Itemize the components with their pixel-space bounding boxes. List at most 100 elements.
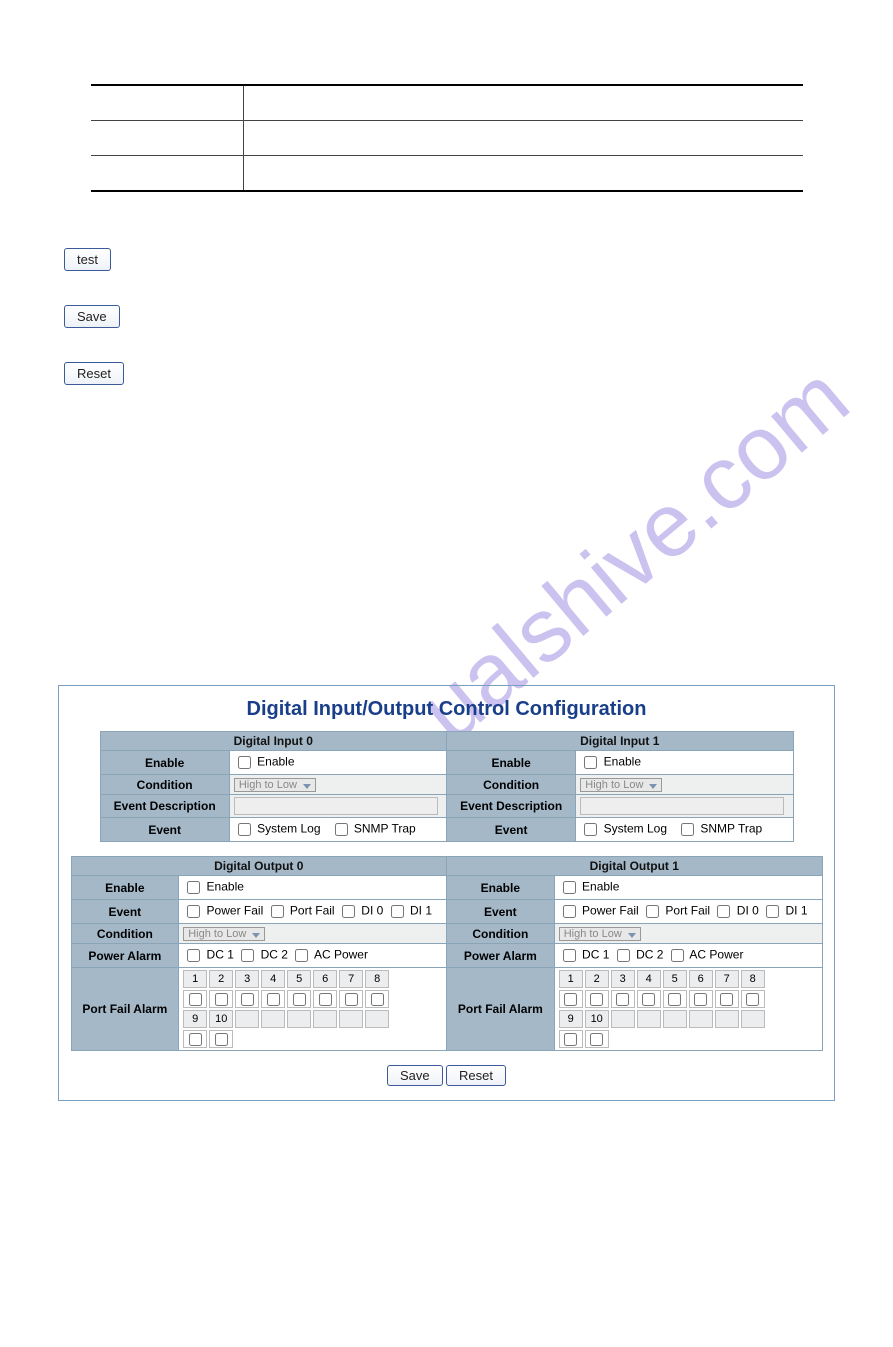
do0-powerfail-text: Power Fail [207, 904, 264, 918]
do1-dc2-text: DC 2 [636, 948, 663, 962]
di0-enable-label: Enable [100, 751, 229, 775]
spec-table [91, 84, 803, 192]
do0-ac-checkbox[interactable] [295, 949, 308, 962]
do0-condition-select[interactable]: High to Low [183, 927, 265, 941]
di0-syslog-text: System Log [257, 822, 320, 836]
di1-condition-select[interactable]: High to Low [580, 778, 662, 792]
do0-port-1-checkbox[interactable] [189, 993, 202, 1006]
di1-snmp-checkbox[interactable] [681, 823, 694, 836]
do1-enable-checkbox[interactable] [563, 881, 576, 894]
di1-syslog-checkbox[interactable] [584, 823, 597, 836]
do1-dc1-checkbox[interactable] [563, 949, 576, 962]
do1-port-2: 2 [585, 970, 609, 988]
do0-dc2-checkbox[interactable] [241, 949, 254, 962]
di0-header: Digital Input 0 [100, 732, 446, 751]
test-button[interactable]: test [64, 248, 111, 271]
do1-enable-label: Enable [446, 876, 554, 900]
do1-powerfail-text: Power Fail [582, 904, 639, 918]
do0-ac-text: AC Power [314, 948, 368, 962]
reset-button[interactable]: Reset [64, 362, 124, 385]
di0-eventdesc-input[interactable] [234, 797, 438, 815]
do0-condition-label: Condition [71, 924, 179, 944]
do1-di0-text: DI 0 [737, 904, 759, 918]
do1-port-10-checkbox[interactable] [590, 1033, 603, 1046]
do1-port-9-checkbox[interactable] [564, 1033, 577, 1046]
di0-syslog-checkbox[interactable] [238, 823, 251, 836]
digital-output-table: Digital Output 0 Digital Output 1 Enable… [71, 856, 823, 1051]
do1-portfail-checkbox[interactable] [646, 905, 659, 918]
do1-ac-checkbox[interactable] [671, 949, 684, 962]
do0-port-7: 7 [339, 970, 363, 988]
di1-eventdesc-label: Event Description [446, 795, 575, 818]
di0-eventdesc-label: Event Description [100, 795, 229, 818]
digital-input-table: Digital Input 0 Digital Input 1 Enable E… [100, 731, 794, 842]
do1-port-1: 1 [559, 970, 583, 988]
di0-enable-checkbox[interactable] [238, 756, 251, 769]
do1-header: Digital Output 1 [446, 857, 822, 876]
do1-di0-checkbox[interactable] [717, 905, 730, 918]
do1-di1-checkbox[interactable] [766, 905, 779, 918]
do1-port-8-checkbox[interactable] [746, 993, 759, 1006]
do0-port-9-checkbox[interactable] [189, 1033, 202, 1046]
do0-port-8-checkbox[interactable] [371, 993, 384, 1006]
do1-port-6-checkbox[interactable] [694, 993, 707, 1006]
do0-port-2-checkbox[interactable] [215, 993, 228, 1006]
do1-dc2-checkbox[interactable] [617, 949, 630, 962]
do0-dc1-checkbox[interactable] [187, 949, 200, 962]
do1-enable-text: Enable [582, 880, 619, 894]
do1-event-label: Event [446, 900, 554, 924]
do0-di0-checkbox[interactable] [342, 905, 355, 918]
panel-reset-button[interactable]: Reset [446, 1065, 506, 1086]
di0-condition-label: Condition [100, 775, 229, 795]
do1-port-3-checkbox[interactable] [616, 993, 629, 1006]
do1-port-1-checkbox[interactable] [564, 993, 577, 1006]
do0-port-6-checkbox[interactable] [319, 993, 332, 1006]
do1-port-10: 10 [585, 1010, 609, 1028]
do0-enable-checkbox[interactable] [187, 881, 200, 894]
panel-save-button[interactable]: Save [387, 1065, 443, 1086]
di0-event-label: Event [100, 818, 229, 842]
do0-port-6: 6 [313, 970, 337, 988]
save-button[interactable]: Save [64, 305, 120, 328]
do0-dc1-text: DC 1 [207, 948, 234, 962]
do0-port-1: 1 [183, 970, 207, 988]
do0-dc2-text: DC 2 [261, 948, 288, 962]
do0-port-3-checkbox[interactable] [241, 993, 254, 1006]
di1-enable-checkbox[interactable] [584, 756, 597, 769]
do0-port-10-checkbox[interactable] [215, 1033, 228, 1046]
di1-syslog-text: System Log [604, 822, 667, 836]
do1-port-4: 4 [637, 970, 661, 988]
di0-snmp-checkbox[interactable] [335, 823, 348, 836]
di0-condition-select[interactable]: High to Low [234, 778, 316, 792]
do1-port-7-checkbox[interactable] [720, 993, 733, 1006]
di1-header: Digital Input 1 [446, 732, 793, 751]
do1-port-4-checkbox[interactable] [642, 993, 655, 1006]
do0-portfail-checkbox[interactable] [271, 905, 284, 918]
do0-di1-checkbox[interactable] [391, 905, 404, 918]
do1-condition-select[interactable]: High to Low [559, 927, 641, 941]
di0-snmp-text: SNMP Trap [354, 822, 416, 836]
do0-port-4-checkbox[interactable] [267, 993, 280, 1006]
do0-port-5-checkbox[interactable] [293, 993, 306, 1006]
do1-port-7: 7 [715, 970, 739, 988]
do1-port-9: 9 [559, 1010, 583, 1028]
do0-powerfail-checkbox[interactable] [187, 905, 200, 918]
do0-port-9: 9 [183, 1010, 207, 1028]
di1-enable-label: Enable [446, 751, 575, 775]
di1-enable-text: Enable [604, 755, 641, 769]
do1-port-grid: 1 2 3 4 5 6 7 8 [559, 970, 818, 1048]
di1-condition-label: Condition [446, 775, 575, 795]
dio-config-panel: Digital Input/Output Control Configurati… [58, 685, 835, 1101]
do1-dc1-text: DC 1 [582, 948, 609, 962]
do0-header: Digital Output 0 [71, 857, 446, 876]
do0-port-7-checkbox[interactable] [345, 993, 358, 1006]
do1-port-2-checkbox[interactable] [590, 993, 603, 1006]
panel-title: Digital Input/Output Control Configurati… [67, 698, 826, 721]
di1-eventdesc-input[interactable] [580, 797, 784, 815]
do1-powerfail-checkbox[interactable] [563, 905, 576, 918]
do0-event-label: Event [71, 900, 179, 924]
do0-port-8: 8 [365, 970, 389, 988]
do1-di1-text: DI 1 [785, 904, 807, 918]
do1-port-5-checkbox[interactable] [668, 993, 681, 1006]
do0-di1-text: DI 1 [410, 904, 432, 918]
